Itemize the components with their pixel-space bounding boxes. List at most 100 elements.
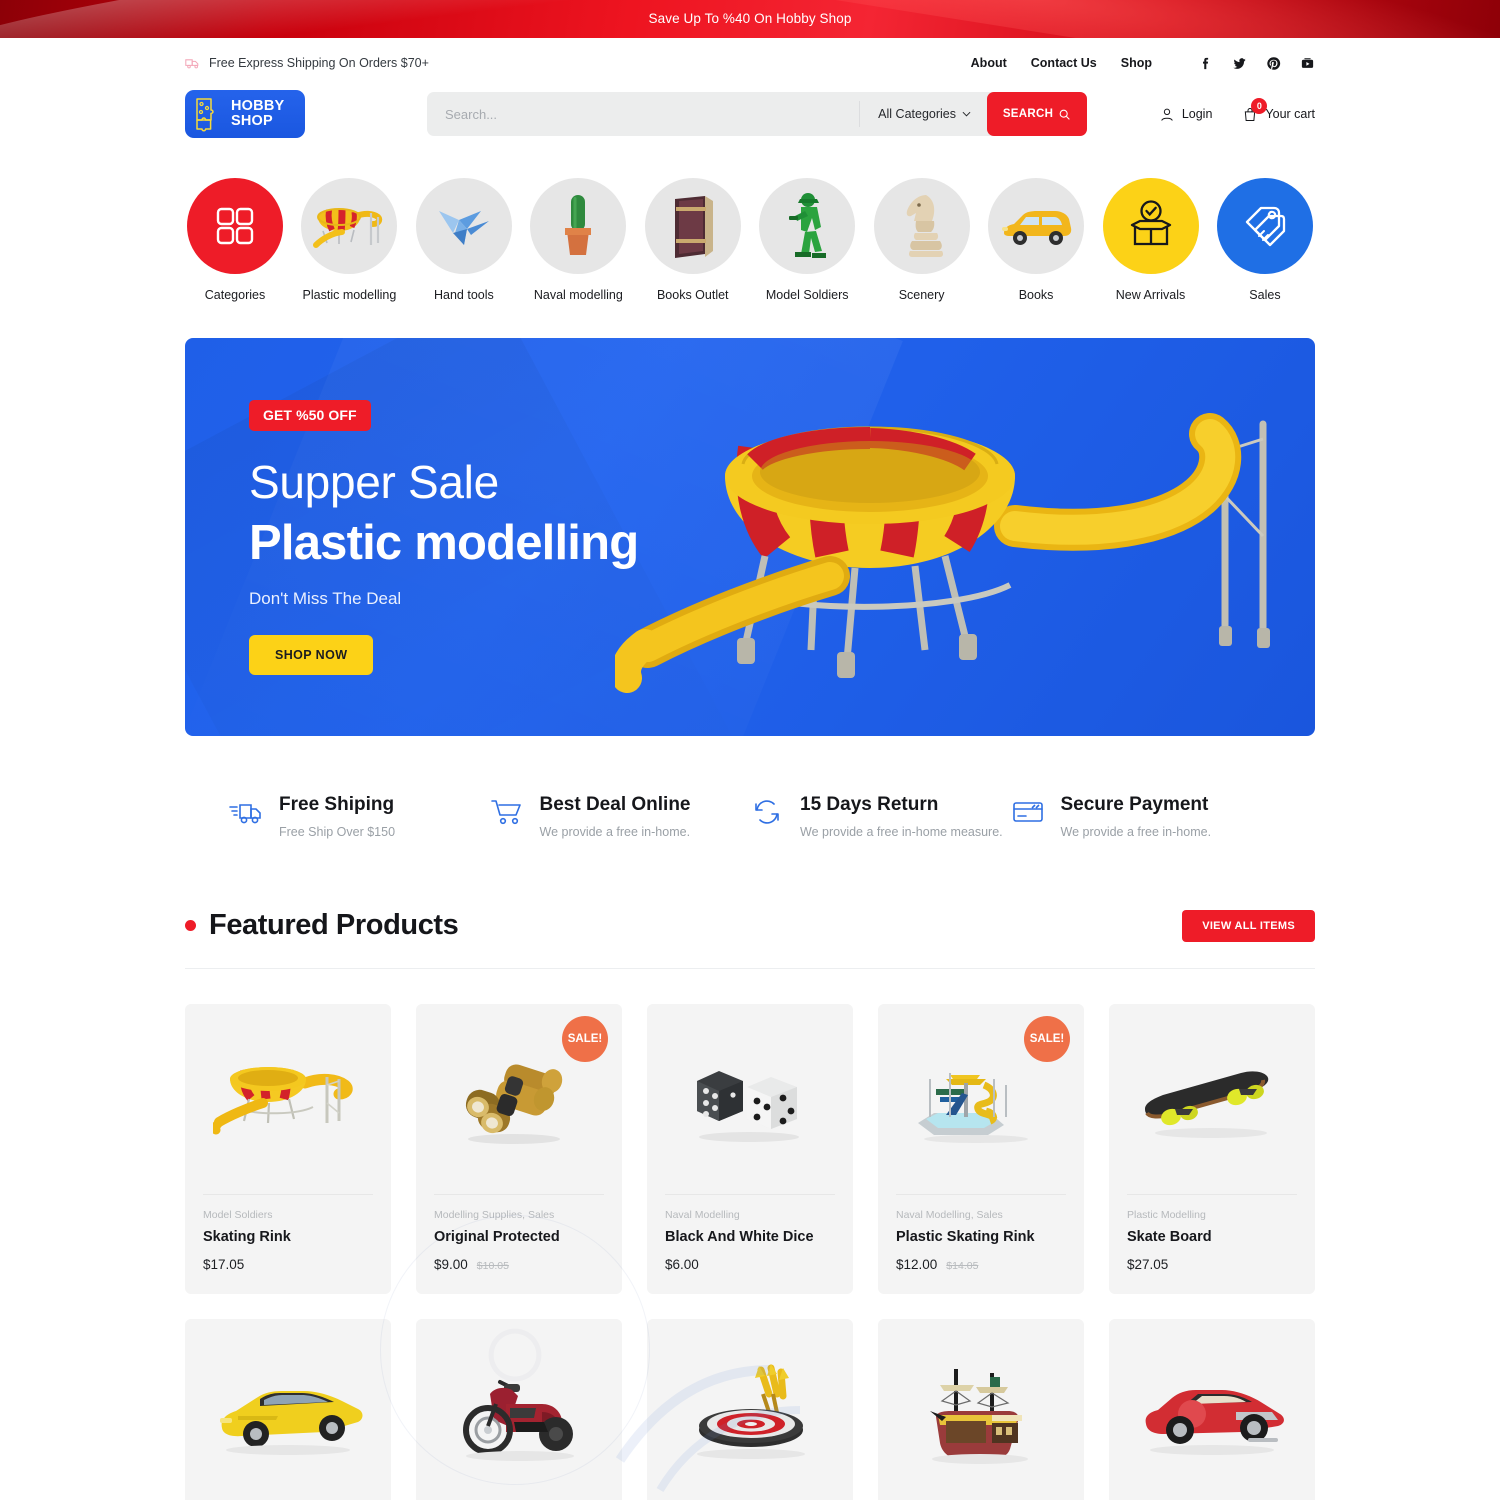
product-card[interactable] [647,1319,853,1500]
search-icon [1059,109,1070,120]
nav-link-contact-us[interactable]: Contact Us [1031,56,1097,70]
category-select[interactable]: All Categories [859,101,987,127]
product-image [185,1319,391,1500]
category-label: New Arrivals [1115,288,1186,302]
product-category: Naval Modelling [665,1209,740,1221]
product-price-row: $12.00 $14.05 [896,1257,1066,1272]
category-item-books-outlet[interactable]: Books Outlet [643,178,743,302]
announcement-bar: Save Up To %40 On Hobby Shop [0,0,1500,38]
product-card[interactable] [878,1319,1084,1500]
category-item-naval-modelling[interactable]: Naval modelling [528,178,628,302]
feature-sub: We provide a free in-home. [539,825,691,839]
hero-subtitle: Plastic modelling [249,515,639,570]
product-card[interactable]: Plastic Modelling Skate Board $27.05 [1109,1004,1315,1294]
hero-banner[interactable]: GET %50 OFF Supper Sale Plastic modellin… [185,338,1315,736]
category-item-model-soldiers[interactable]: Model Soldiers [757,178,857,302]
view-all-items-button[interactable]: VIEW ALL ITEMS [1182,909,1315,942]
login-label: Login [1181,107,1213,121]
account-area: Login 0 Your cart [1159,97,1315,123]
category-label: Sales [1249,288,1281,302]
product-info: Plastic Modelling Skate Board $27.05 [1127,1194,1297,1292]
price-tags-icon [1245,206,1286,247]
category-item-categories[interactable]: Categories [185,178,285,302]
product-info: Naval Modelling Black And White Dice $6.… [665,1194,835,1292]
product-info: Model Soldiers Skating Rink $17.05 [203,1194,373,1292]
login-button[interactable]: Login [1159,106,1213,123]
skateboard-image [1145,1071,1269,1138]
category-circle [1216,178,1313,274]
youtube-icon[interactable] [1300,56,1315,71]
nav-link-about[interactable]: About [971,56,1007,70]
sale-badge: SALE! [1024,1016,1070,1062]
bullet-dot-icon [185,920,196,931]
site-header: HOBBY SHOP All Categories SEARCH [185,78,1315,150]
product-category: Naval Modelling, Sales [896,1209,1003,1221]
cart-button[interactable]: 0 Your cart [1242,97,1315,123]
category-select-label: All Categories [878,107,956,121]
chevron-down-icon [962,111,971,117]
product-price-row: $9.00 $10.05 [434,1257,604,1272]
category-item-new-arrivals[interactable]: New Arrivals [1101,178,1201,302]
two-dice-image [697,1071,799,1142]
category-label: Books Outlet [656,288,729,302]
product-name: Skating Rink [203,1229,291,1245]
feature-title: Free Shiping [279,794,395,815]
product-card[interactable] [1109,1319,1315,1500]
product-card[interactable]: SALE! [416,1004,622,1294]
product-category: Plastic Modelling [1127,1209,1206,1221]
product-card[interactable] [416,1319,622,1500]
feature-strip: Free Shiping Free Ship Over $150 Best De… [185,794,1315,839]
sale-badge: SALE! [562,1016,608,1062]
category-circle [873,178,970,274]
category-item-hand-tools[interactable]: Hand tools [414,178,514,302]
category-circle [644,178,741,274]
water-playground-image [918,1073,1028,1143]
category-item-sales[interactable]: Sales [1215,178,1315,302]
shipping-truck-icon [185,59,199,69]
feature-free-shipping: Free Shiping Free Ship Over $150 [229,794,490,839]
product-card[interactable]: Naval Modelling Black And White Dice $6.… [647,1004,853,1294]
yellow-muscle-car-image [220,1391,363,1455]
product-price: $6.00 [665,1257,699,1272]
red-trike-motorcycle-image [463,1380,574,1461]
top-nav: About Contact Us Shop [971,56,1152,70]
twitter-icon[interactable] [1232,56,1247,71]
product-card[interactable] [185,1319,391,1500]
shop-now-button[interactable]: SHOP NOW [249,634,374,675]
category-circle [415,178,512,274]
logo-text: HOBBY SHOP [231,99,284,129]
category-label: Model Soldiers [765,288,849,302]
book-stack-icon [674,196,713,258]
product-image [878,1319,1084,1500]
search-input[interactable] [427,92,860,136]
product-card[interactable]: Model Soldiers Skating Rink $17.05 [185,1004,391,1294]
product-card[interactable]: SALE! [878,1004,1084,1294]
feature-return: 15 Days Return We provide a free in-home… [750,794,1011,839]
category-label: Hand tools [433,288,494,302]
product-price: $27.05 [1127,1257,1169,1272]
facebook-icon[interactable] [1198,56,1213,71]
category-item-scenery[interactable]: Scenery [872,178,972,302]
nav-link-shop[interactable]: Shop [1121,56,1152,70]
product-old-price: $14.05 [946,1260,979,1272]
utility-bar: Free Express Shipping On Orders $70+ Abo… [185,38,1315,78]
feature-best-deal: Best Deal Online We provide a free in-ho… [490,794,751,839]
feature-title: 15 Days Return [800,794,939,815]
feature-sub: We provide a free in-home. [1060,825,1212,839]
product-name: Original Protected [434,1229,560,1245]
hero-copy: GET %50 OFF Supper Sale Plastic modellin… [185,399,745,675]
feature-title: Best Deal Online [539,794,691,815]
site-logo[interactable]: HOBBY SHOP [185,90,305,138]
waterslide-bowl-image [213,1067,353,1135]
category-circle [759,178,856,274]
category-item-books[interactable]: Books [986,178,1086,302]
green-soldier-icon [789,193,827,258]
category-circle [988,178,1085,274]
product-grid: Model Soldiers Skating Rink $17.05 SALE! [185,1004,1315,1500]
product-price-row: $27.05 [1127,1257,1297,1272]
search-button[interactable]: SEARCH [987,92,1087,136]
darts-target-image [697,1364,805,1459]
product-image [416,1319,622,1500]
pinterest-icon[interactable] [1266,56,1281,71]
category-item-plastic-modelling[interactable]: Plastic modelling [299,178,399,302]
